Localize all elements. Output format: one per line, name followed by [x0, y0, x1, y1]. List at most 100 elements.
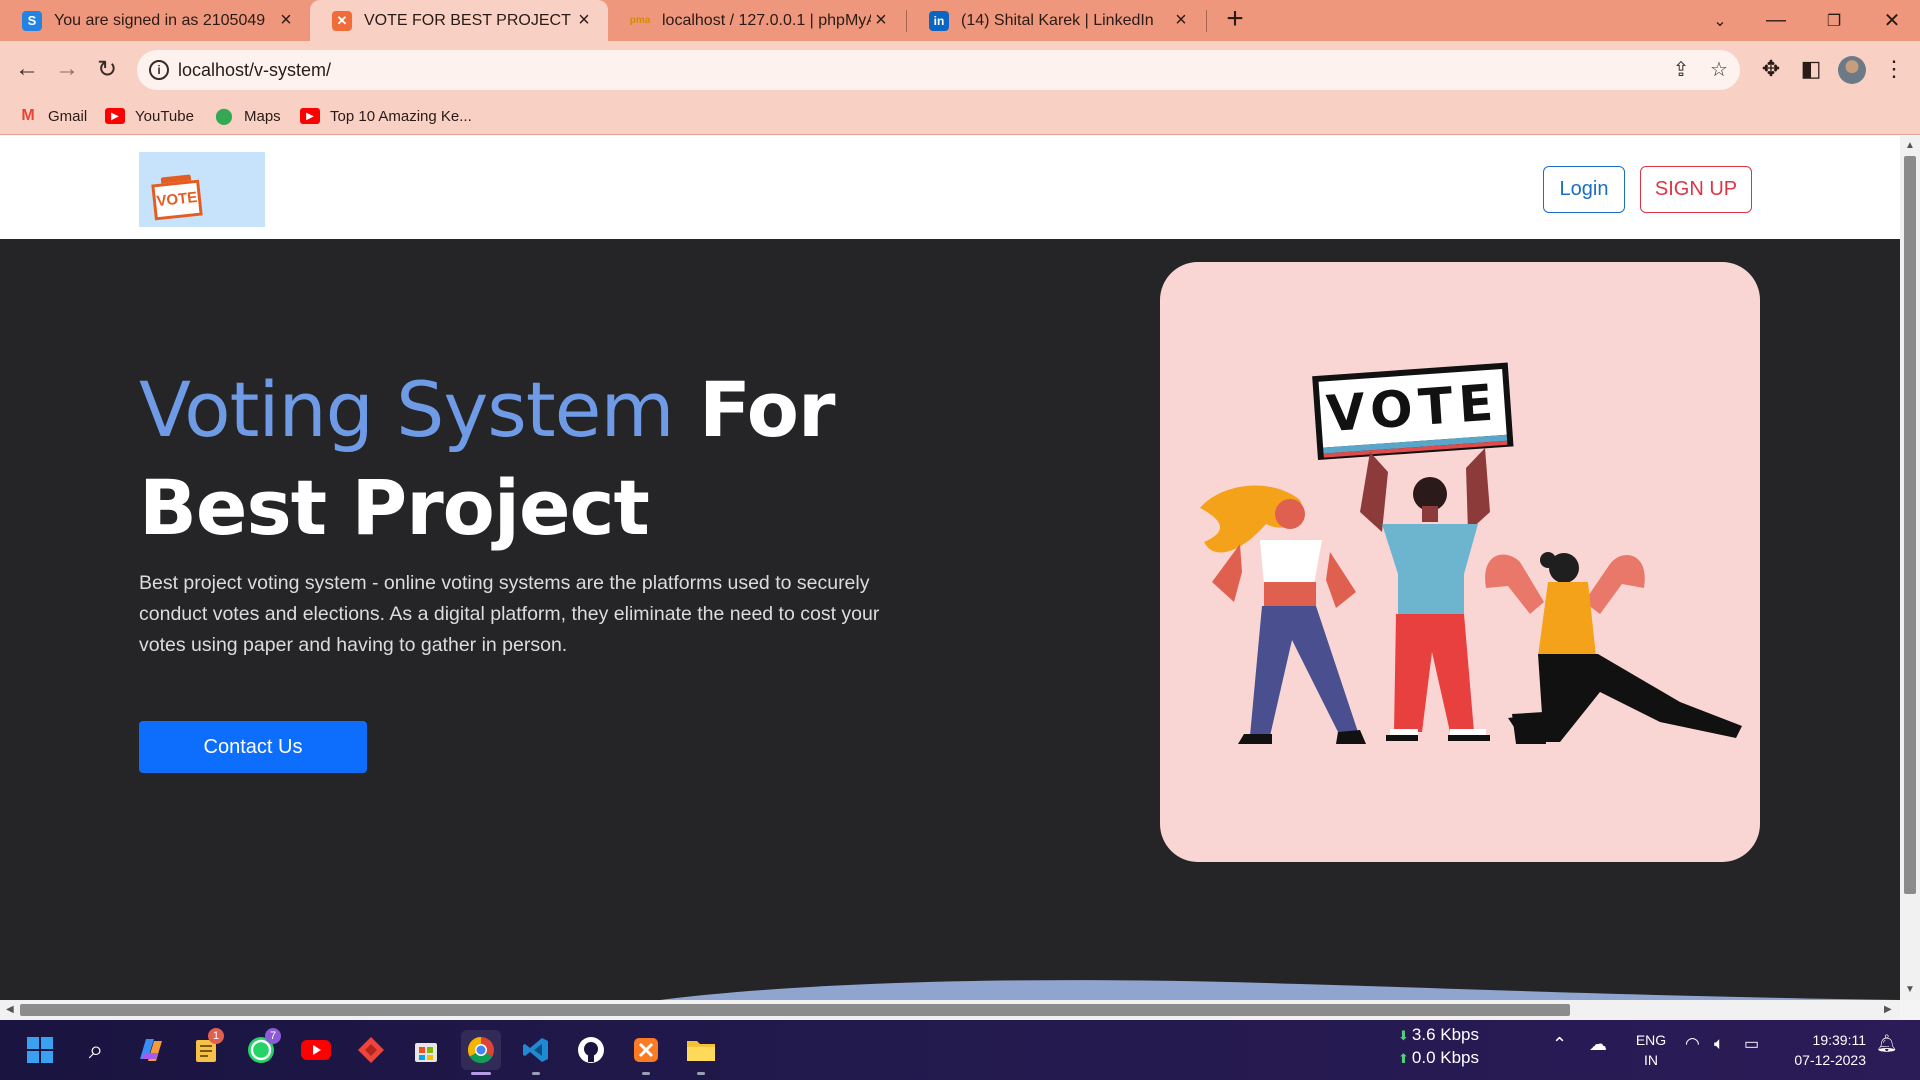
browser-tab-strip: S You are signed in as 2105049 × ✕ VOTE …: [0, 0, 1920, 41]
download-arrow-icon: ⬇: [1398, 1028, 1409, 1043]
tab-favicon-icon: S: [22, 10, 42, 31]
copilot-icon[interactable]: [131, 1030, 171, 1070]
tab-title: localhost / 127.0.0.1 | phpMyAdmin: [662, 11, 871, 29]
share-icon[interactable]: ⇪: [1669, 58, 1693, 82]
explorer-icon[interactable]: [681, 1030, 721, 1070]
system-clock[interactable]: 19:39:11 07-12-2023: [1780, 1030, 1866, 1070]
youtube-icon[interactable]: [296, 1030, 336, 1070]
bookmark-youtube[interactable]: ▶ YouTube: [105, 104, 194, 128]
tab-separator: [1206, 10, 1207, 32]
horizontal-scroll-thumb[interactable]: [20, 1004, 1570, 1016]
tab-vote-for-best-project[interactable]: ✕ VOTE FOR BEST PROJECT ×: [310, 0, 608, 41]
bottom-wave-shape: [660, 980, 1900, 1000]
github-icon[interactable]: [571, 1030, 611, 1070]
extensions-puzzle-icon[interactable]: ✥: [1757, 55, 1785, 83]
clock-date: 07-12-2023: [1794, 1052, 1866, 1068]
hero-title: Voting System For Best Project: [139, 361, 899, 557]
linkedin-favicon-icon: in: [929, 10, 949, 31]
running-app-indicator: [532, 1072, 540, 1075]
youtube-icon: ▶: [105, 108, 125, 124]
scroll-right-arrow-icon[interactable]: ▶: [1884, 1004, 1892, 1015]
volume-icon[interactable]: 🔈︎: [1714, 1034, 1724, 1054]
search-icon[interactable]: ⌕: [76, 1030, 116, 1070]
battery-icon[interactable]: ▭: [1744, 1034, 1759, 1054]
window-close-icon[interactable]: ✕: [1864, 0, 1920, 41]
site-info-icon[interactable]: i: [149, 60, 169, 80]
signup-button[interactable]: SIGN UP: [1640, 166, 1752, 213]
close-icon[interactable]: ×: [276, 9, 296, 32]
close-icon[interactable]: ×: [1171, 9, 1191, 32]
phpmyadmin-favicon-icon: pma: [629, 15, 651, 26]
hero-illustration-card: VOTE: [1160, 262, 1760, 862]
vscode-icon[interactable]: [516, 1030, 556, 1070]
vertical-scroll-thumb[interactable]: [1904, 156, 1916, 894]
notepad-icon[interactable]: 1: [186, 1028, 226, 1070]
upload-speed: 0.0 Kbps: [1411, 1048, 1480, 1067]
windows-taskbar: ⌕ 1 7 ⬇ 3.6 Kbps ⬆ 0.0 Kbps ⌃ ☁ ENG IN ◠…: [0, 1020, 1920, 1080]
show-hidden-icons-chevron-icon[interactable]: ⌃: [1552, 1034, 1567, 1055]
browser-toolbar: ← → ↻ i localhost/v-system/ ⇪ ☆ ✥ ◧ ⋮: [0, 41, 1920, 98]
address-bar[interactable]: i localhost/v-system/ ⇪ ☆: [137, 50, 1740, 90]
close-icon[interactable]: ×: [574, 9, 594, 32]
notification-bell-icon[interactable]: 🔔︎: [1876, 1034, 1898, 1054]
tab-linkedin[interactable]: in (14) Shital Karek | LinkedIn ×: [907, 0, 1205, 41]
clock-time: 19:39:11: [1812, 1032, 1866, 1048]
browser-menu-icon[interactable]: ⋮: [1880, 55, 1908, 83]
maps-icon: ⬤: [215, 108, 233, 125]
onedrive-cloud-icon[interactable]: ☁: [1589, 1034, 1607, 1055]
language-code: ENG: [1635, 1032, 1667, 1048]
gmail-icon: M: [21, 107, 35, 124]
hero-title-highlight: Voting System: [139, 365, 674, 454]
bookmark-gmail[interactable]: M Gmail: [18, 104, 87, 128]
side-panel-icon[interactable]: ◧: [1797, 55, 1825, 83]
url-text[interactable]: localhost/v-system/: [178, 60, 331, 81]
scroll-left-arrow-icon[interactable]: ◀: [6, 1004, 14, 1015]
new-tab-plus-icon[interactable]: +: [1219, 4, 1251, 36]
youtube-icon: ▶: [300, 108, 320, 124]
chrome-icon[interactable]: [461, 1030, 501, 1070]
site-logo[interactable]: VOTE: [139, 152, 265, 227]
network-speed-widget[interactable]: ⬇ 3.6 Kbps ⬆ 0.0 Kbps: [1398, 1024, 1479, 1070]
bookmark-label: Top 10 Amazing Ke...: [330, 107, 472, 125]
notification-badge: 1: [208, 1028, 224, 1044]
upload-arrow-icon: ⬆: [1398, 1051, 1409, 1066]
bookmark-label: Maps: [244, 107, 281, 125]
wifi-icon[interactable]: ◠: [1685, 1034, 1700, 1054]
anydesk-icon[interactable]: [351, 1030, 391, 1070]
tab-search-chevron-icon[interactable]: ⌄: [1692, 0, 1748, 41]
tab-title: (14) Shital Karek | LinkedIn: [961, 11, 1154, 29]
login-button[interactable]: Login: [1543, 166, 1625, 213]
restore-icon[interactable]: ❐: [1806, 0, 1862, 41]
scroll-down-arrow-icon[interactable]: ▼: [1904, 984, 1916, 995]
logo-text: VOTE: [151, 179, 203, 221]
back-arrow-icon[interactable]: ←: [9, 51, 45, 87]
running-app-indicator: [697, 1072, 705, 1075]
sign-vote-text: VOTE: [1325, 373, 1501, 443]
language-indicator[interactable]: ENG IN: [1634, 1030, 1668, 1070]
store-icon[interactable]: [406, 1030, 446, 1070]
forward-arrow-icon[interactable]: →: [49, 51, 85, 87]
xampp-icon[interactable]: [626, 1030, 666, 1070]
scroll-up-arrow-icon[interactable]: ▲: [1904, 140, 1916, 151]
running-app-indicator: [642, 1072, 650, 1075]
notification-badge: 7: [265, 1028, 281, 1044]
bookmark-top-10-amazing[interactable]: ▶ Top 10 Amazing Ke...: [300, 104, 472, 128]
contact-us-button[interactable]: Contact Us: [139, 721, 367, 773]
download-speed: 3.6 Kbps: [1411, 1025, 1480, 1044]
hero-description: Best project voting system - online voti…: [139, 572, 880, 656]
active-app-indicator: [471, 1072, 491, 1075]
bookmark-label: YouTube: [135, 107, 194, 125]
minimize-icon[interactable]: —: [1748, 0, 1804, 41]
bookmark-star-icon[interactable]: ☆: [1707, 58, 1731, 82]
close-icon[interactable]: ×: [871, 9, 891, 32]
page-viewport: VOTE Login SIGN UP Voting System For Bes…: [0, 136, 1900, 1000]
hero-title-rest: For: [673, 365, 836, 454]
region-code: IN: [1644, 1052, 1658, 1068]
tab-signed-in[interactable]: S You are signed in as 2105049 ×: [0, 0, 310, 41]
reload-icon[interactable]: ↻: [89, 51, 125, 87]
tab-phpmyadmin[interactable]: pma localhost / 127.0.0.1 | phpMyAdmin ×: [608, 0, 905, 41]
whatsapp-icon[interactable]: 7: [241, 1028, 281, 1070]
bookmark-maps[interactable]: ⬤ Maps: [214, 104, 281, 128]
profile-avatar[interactable]: [1838, 56, 1866, 84]
start-icon[interactable]: [20, 1030, 60, 1070]
